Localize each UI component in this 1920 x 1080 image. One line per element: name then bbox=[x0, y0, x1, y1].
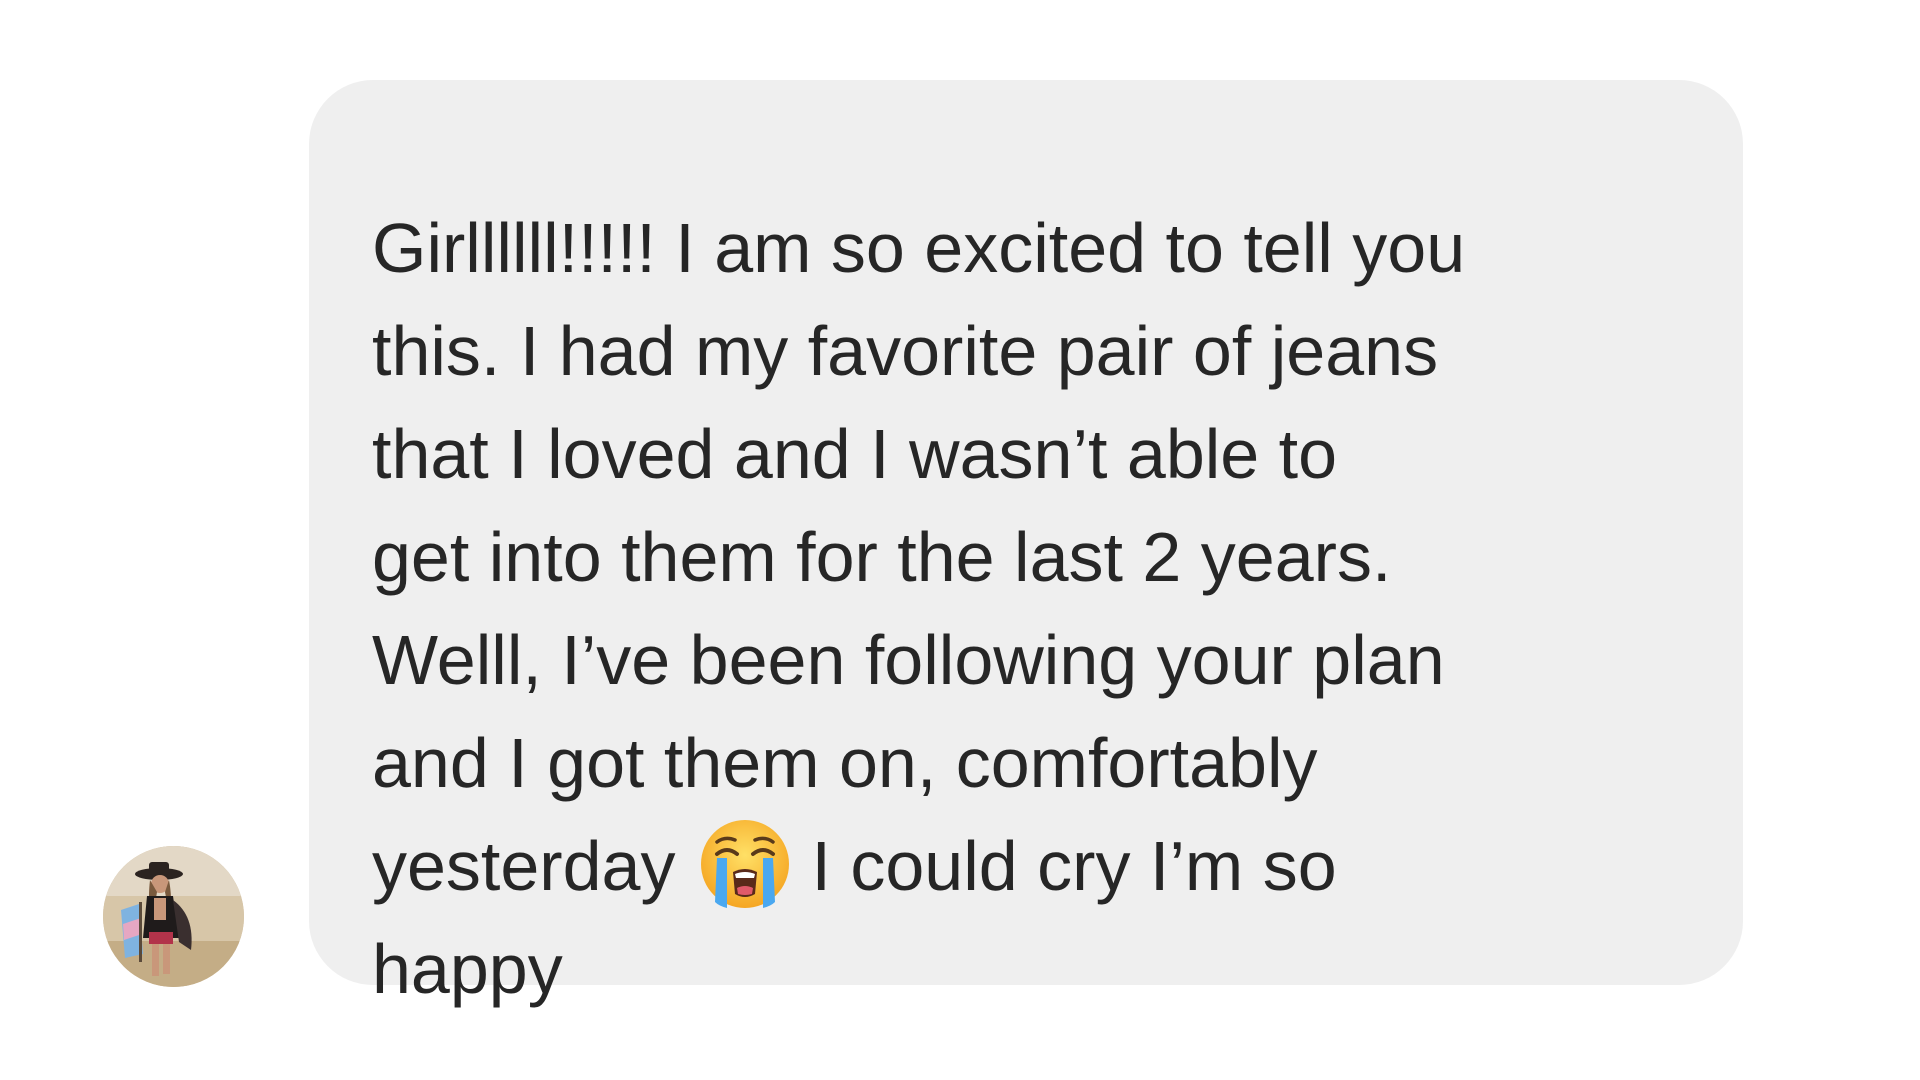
message-text-line-with-emoji: yesterday I could cry I’m so bbox=[372, 815, 1683, 918]
sender-avatar[interactable] bbox=[103, 846, 244, 987]
message-text-line: happy bbox=[372, 930, 563, 1008]
message-text-line: Welll, I’ve been following your plan bbox=[372, 621, 1445, 699]
message-text-fragment: yesterday bbox=[372, 827, 676, 905]
loudly-crying-face-icon bbox=[697, 816, 793, 912]
message-text-line: and I got them on, comfortably bbox=[372, 724, 1318, 802]
message-text-line: get into them for the last 2 years. bbox=[372, 518, 1392, 596]
incoming-message-row: Girllllll!!!!! I am so excited to tell y… bbox=[0, 0, 1920, 1080]
message-text-fragment: I could cry I’m so bbox=[811, 827, 1337, 905]
profile-photo-avatar bbox=[103, 846, 244, 987]
message-bubble[interactable]: Girllllll!!!!! I am so excited to tell y… bbox=[309, 80, 1743, 1008]
message-text-line: Girllllll!!!!! I am so excited to tell y… bbox=[372, 209, 1466, 287]
message-text-line: that I loved and I wasn’t able to bbox=[372, 415, 1338, 493]
message-text-line: this. I had my favorite pair of jeans bbox=[372, 312, 1439, 390]
